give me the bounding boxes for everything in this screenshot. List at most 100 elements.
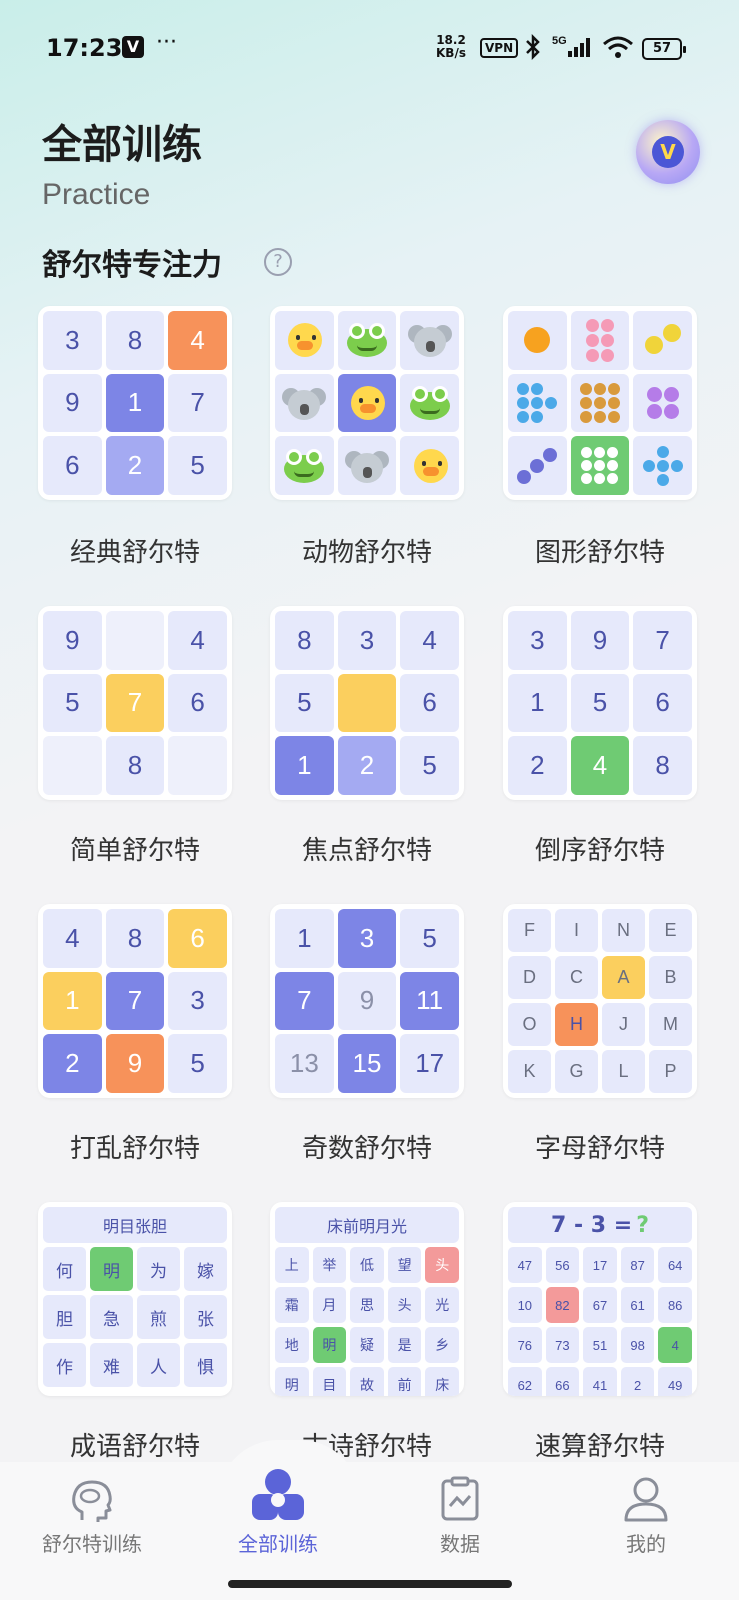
odd-grid: 1 3 5 7 9 11 13 15 17 — [275, 909, 459, 1093]
grid-cell: 66 — [545, 1367, 580, 1396]
six-dots-icon — [570, 311, 630, 370]
simple-grid: 9 4 5 7 6 8 — [43, 611, 227, 795]
grid-cell: 2 — [105, 436, 165, 495]
grid-cell: 64 — [658, 1247, 692, 1283]
card-classic[interactable]: 3 8 4 9 1 7 6 2 5 — [38, 306, 232, 500]
grid-cell: 何 — [43, 1247, 86, 1291]
card-idiom[interactable]: 明目张胆 何 明 为 嫁 胆 急 煎 张 作 难 人 惧 — [38, 1202, 232, 1396]
grid-cell: 8 — [105, 311, 165, 370]
grid-cell: D — [508, 956, 551, 999]
grid-cell: 床 — [425, 1367, 459, 1396]
more-notifications-icon: ··· — [156, 30, 177, 55]
clipboard-chart-icon — [440, 1476, 480, 1526]
grid-cell: 头 — [387, 1287, 422, 1323]
user-icon — [622, 1476, 670, 1526]
grid-cell: 2 — [43, 1034, 102, 1093]
page-title: 全部训练 — [42, 122, 202, 168]
grid-cell: 5 — [275, 673, 334, 733]
card-math-label[interactable]: 速算舒尔特 — [503, 1426, 697, 1463]
card-shape[interactable] — [503, 306, 697, 500]
koala-icon — [400, 311, 459, 370]
card-math[interactable]: 7 - 3 =? 47 56 17 87 64 10 82 67 61 86 7… — [503, 1202, 697, 1396]
grid-cell: 51 — [583, 1327, 617, 1363]
nine-dots-icon — [570, 373, 630, 433]
grid-cell: 9 — [105, 1034, 165, 1093]
card-shuffle[interactable]: 4 8 6 1 7 3 2 9 5 — [38, 904, 232, 1098]
home-indicator[interactable] — [228, 1580, 512, 1588]
grid-cell: 4 — [658, 1327, 692, 1363]
shuffle-grid: 4 8 6 1 7 3 2 9 5 — [43, 909, 227, 1093]
grid-cell: 低 — [350, 1247, 384, 1283]
card-shape-label[interactable]: 图形舒尔特 — [503, 532, 697, 569]
grid-cell: P — [649, 1050, 692, 1093]
page-subtitle: Practice — [42, 178, 151, 211]
tab-label: 数据 — [440, 1532, 480, 1556]
grid-cell: 张 — [184, 1295, 227, 1339]
grid-cell: K — [508, 1050, 551, 1093]
grid-cell: 目 — [312, 1367, 347, 1396]
grid-cell: 头 — [425, 1247, 459, 1283]
grid-cell: 10 — [508, 1287, 542, 1323]
grid-cell: 8 — [105, 909, 165, 968]
grid-cell: 82 — [545, 1287, 580, 1323]
card-poem[interactable]: 床前明月光 上 举 低 望 头 霜 月 思 头 光 地 明 疑 是 乡 明 目 … — [270, 1202, 464, 1396]
ten-dots-icon — [570, 436, 630, 495]
shape-grid — [508, 311, 692, 495]
card-letter[interactable]: F I N E D C A B O H J M K G L P — [503, 904, 697, 1098]
section-title: 舒尔特专注力 — [42, 248, 222, 283]
card-focus-label[interactable]: 焦点舒尔特 — [270, 830, 464, 867]
grid-cell: 7 — [105, 673, 165, 733]
grid-cell: 急 — [90, 1295, 133, 1339]
card-simple-label[interactable]: 简单舒尔特 — [38, 830, 232, 867]
card-animal-label[interactable]: 动物舒尔特 — [270, 532, 464, 569]
card-focus[interactable]: 8 3 4 5 6 1 2 5 — [270, 606, 464, 800]
card-letter-label[interactable]: 字母舒尔特 — [503, 1128, 697, 1165]
grid-cell: 62 — [508, 1367, 542, 1396]
grid-cell: 地 — [275, 1327, 309, 1363]
card-reverse-label[interactable]: 倒序舒尔特 — [503, 830, 697, 867]
grid-cell — [337, 673, 397, 733]
tab-label: 舒尔特训练 — [42, 1532, 142, 1556]
grid-cell: 举 — [312, 1247, 347, 1283]
four-dots-icon — [633, 373, 692, 433]
grid-cell: 明 — [275, 1367, 309, 1396]
cubes-icon — [248, 1466, 308, 1528]
card-simple[interactable]: 9 4 5 7 6 8 — [38, 606, 232, 800]
grid-cell: 5 — [570, 673, 630, 733]
grid-cell: 11 — [400, 971, 459, 1031]
card-idiom-label[interactable]: 成语舒尔特 — [38, 1426, 232, 1463]
grid-cell — [105, 611, 165, 670]
grid-cell: 嫁 — [184, 1247, 227, 1291]
grid-cell: 前 — [387, 1367, 422, 1396]
grid-cell: 霜 — [275, 1287, 309, 1323]
grid-cell: 3 — [337, 909, 397, 968]
reverse-grid: 3 9 7 1 5 6 2 4 8 — [508, 611, 692, 795]
grid-cell: 7 — [275, 971, 334, 1031]
grid-cell: 人 — [137, 1343, 180, 1387]
help-icon[interactable]: ? — [264, 248, 292, 276]
grid-cell: 15 — [337, 1034, 397, 1093]
grid-cell: 5 — [400, 909, 459, 968]
grid-cell: 是 — [387, 1327, 422, 1363]
network-speed: 18.2 KB/s — [436, 34, 466, 60]
app-notification-icon: V — [122, 36, 144, 58]
grid-cell: 7 — [633, 611, 692, 670]
status-time: 17:23 — [46, 34, 123, 62]
idiom-grid: 何 明 为 嫁 胆 急 煎 张 作 难 人 惧 — [43, 1247, 227, 1387]
vip-badge-icon[interactable]: V — [636, 120, 700, 184]
grid-cell: I — [555, 909, 598, 952]
grid-cell: 73 — [545, 1327, 580, 1363]
bluetooth-icon — [524, 33, 542, 66]
grid-cell: 4 — [570, 736, 630, 795]
grid-cell: 1 — [508, 673, 567, 733]
card-reverse[interactable]: 3 9 7 1 5 6 2 4 8 — [503, 606, 697, 800]
grid-cell: 2 — [337, 736, 397, 795]
card-animal[interactable] — [270, 306, 464, 500]
vpn-icon: VPN — [480, 38, 519, 58]
card-odd-label[interactable]: 奇数舒尔特 — [270, 1128, 464, 1165]
grid-cell: 8 — [275, 611, 334, 670]
card-shuffle-label[interactable]: 打乱舒尔特 — [38, 1128, 232, 1165]
grid-cell: M — [649, 1003, 692, 1046]
card-classic-label[interactable]: 经典舒尔特 — [38, 532, 232, 569]
card-odd[interactable]: 1 3 5 7 9 11 13 15 17 — [270, 904, 464, 1098]
